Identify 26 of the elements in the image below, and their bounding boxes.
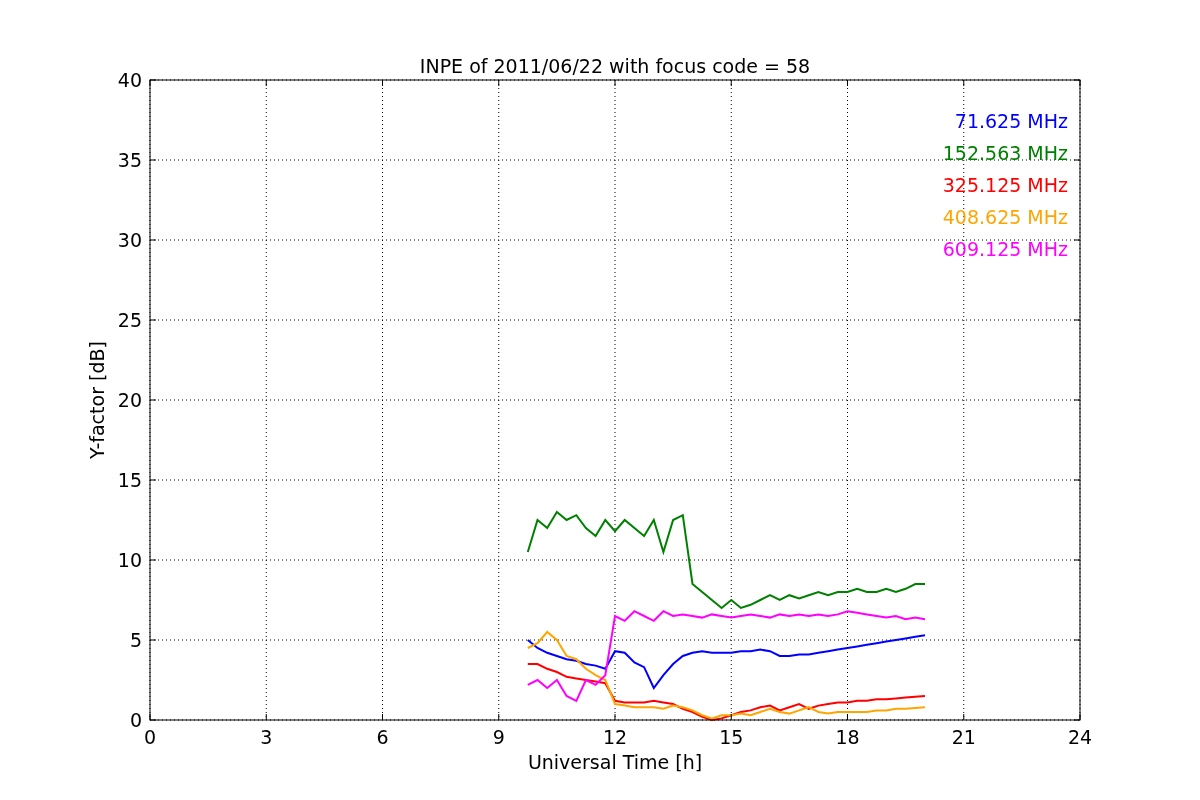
x-tick-label: 21 bbox=[951, 726, 976, 748]
y-tick-label: 35 bbox=[117, 149, 142, 171]
x-tick-label: 15 bbox=[719, 726, 744, 748]
legend-label: 152.563 MHz bbox=[942, 142, 1068, 164]
y-tick-label: 15 bbox=[117, 469, 142, 491]
x-tick-label: 6 bbox=[376, 726, 389, 748]
x-tick-label: 3 bbox=[260, 726, 273, 748]
y-tick-label: 25 bbox=[117, 309, 142, 331]
chart-title: INPE of 2011/06/22 with focus code = 58 bbox=[419, 55, 811, 77]
x-tick-label: 18 bbox=[835, 726, 860, 748]
x-tick-label: 9 bbox=[492, 726, 505, 748]
y-tick-label: 5 bbox=[129, 629, 142, 651]
x-tick-label: 12 bbox=[602, 726, 628, 748]
y-tick-label: 10 bbox=[117, 549, 142, 571]
legend-label: 71.625 MHz bbox=[954, 110, 1068, 132]
x-tick-label: 24 bbox=[1067, 726, 1093, 748]
y-tick-label: 0 bbox=[129, 709, 142, 731]
x-tick-label: 0 bbox=[143, 726, 157, 748]
y-tick-label: 40 bbox=[117, 69, 142, 91]
legend-label: 325.125 MHz bbox=[942, 174, 1068, 196]
y-tick-label: 20 bbox=[117, 389, 142, 411]
legend-label: 609.125 MHz bbox=[942, 238, 1068, 260]
legend-label: 408.625 MHz bbox=[942, 206, 1068, 228]
y-tick-label: 30 bbox=[117, 229, 142, 251]
y-axis-label: Y-factor [dB] bbox=[86, 341, 108, 459]
x-axis-label: Universal Time [h] bbox=[527, 751, 703, 773]
